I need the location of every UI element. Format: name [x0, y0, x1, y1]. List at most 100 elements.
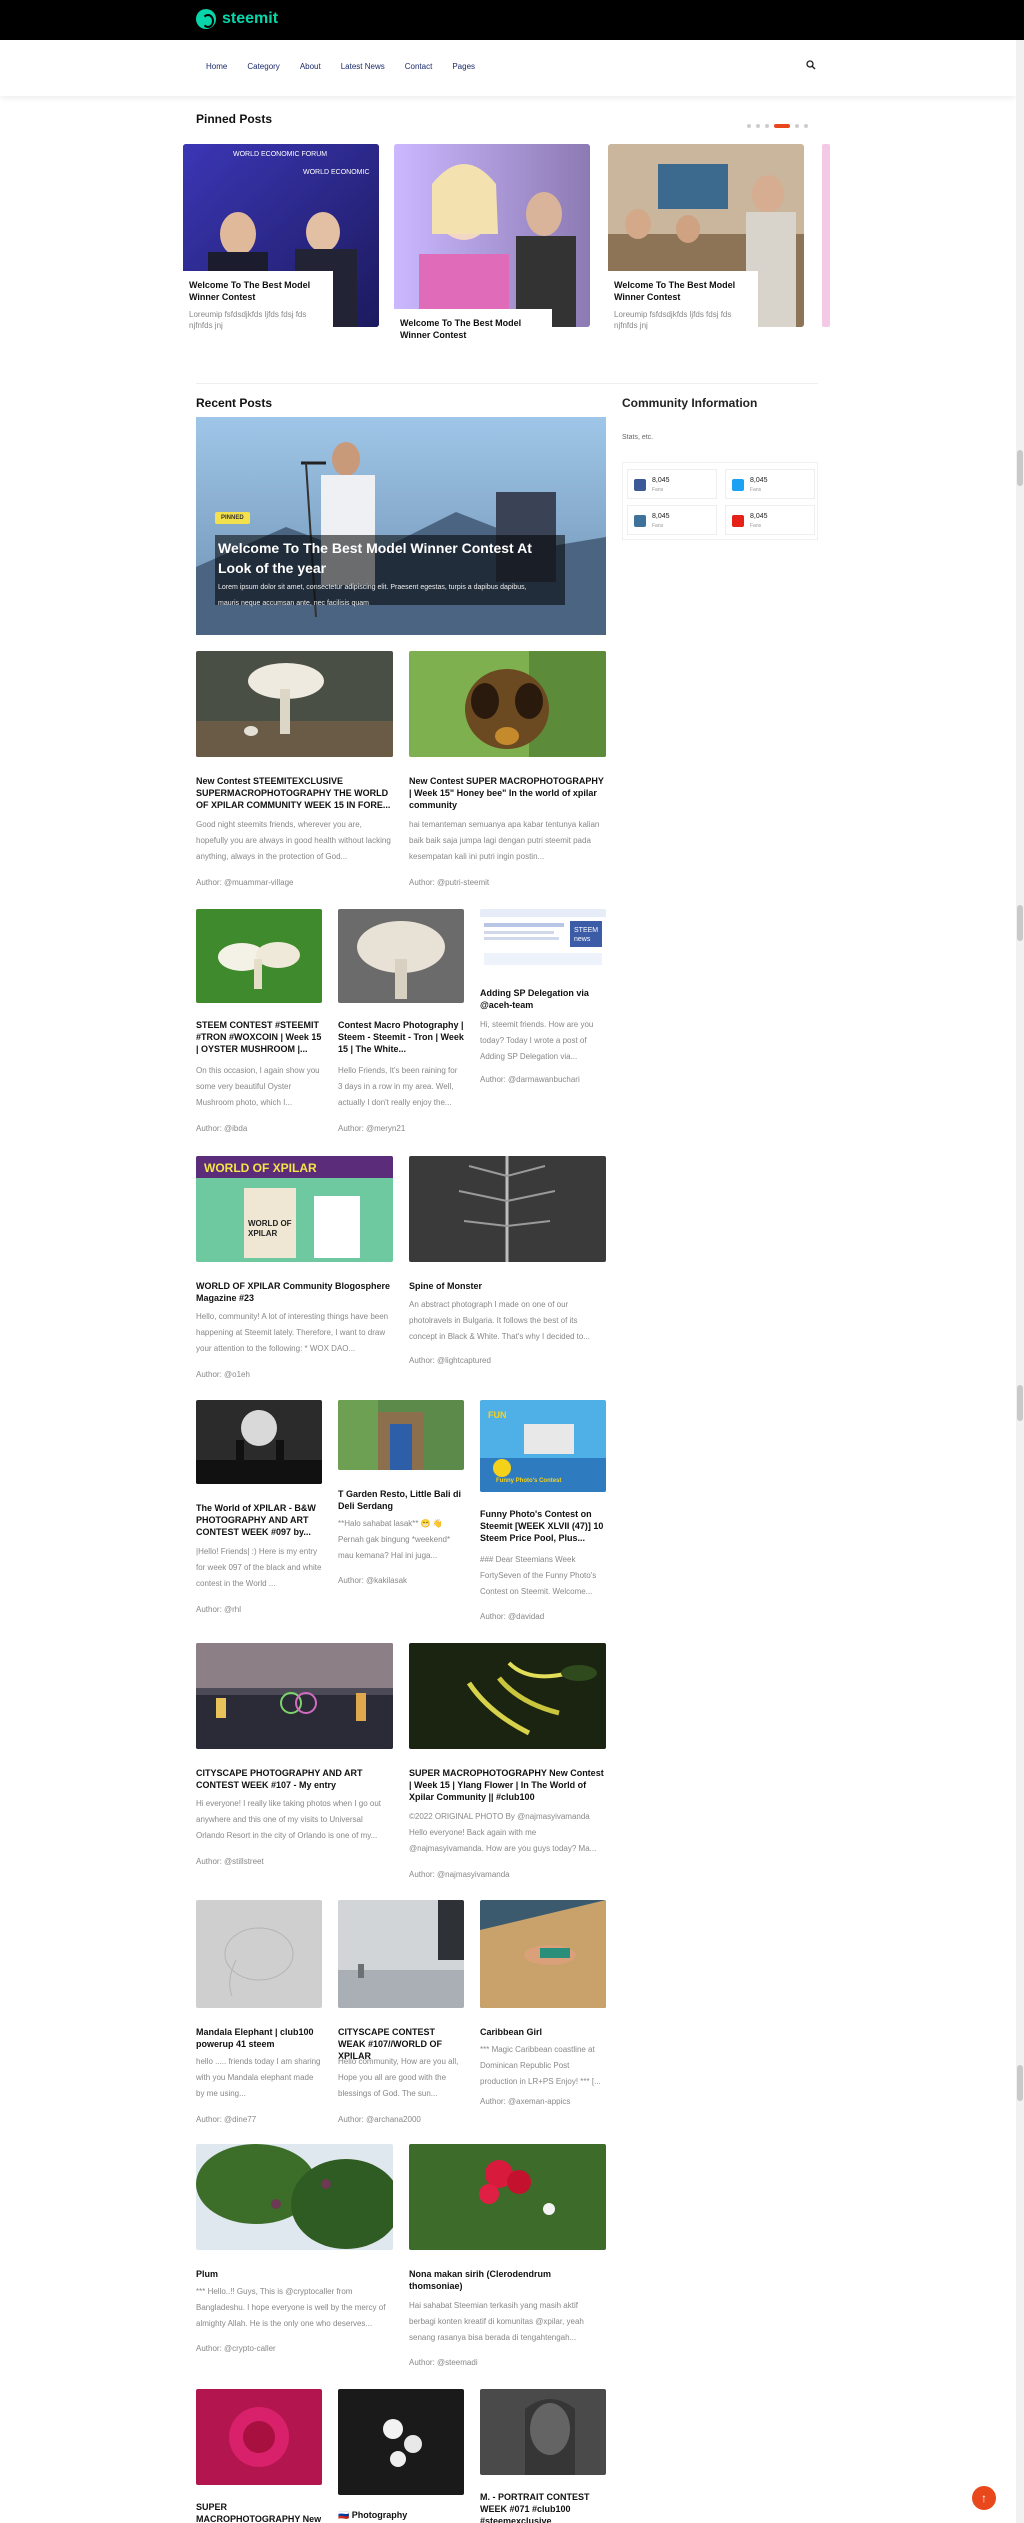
post-card[interactable]: M. - PORTRAIT CONTEST WEEK #071 #club100… — [480, 2389, 606, 2523]
post-title[interactable]: SUPER MACROPHOTOGRAPHY New Contest | Wee… — [409, 1767, 606, 1803]
pinned-slide[interactable]: WORLD ECONOMIC FORUM WORLD ECONOMIC Welc… — [183, 144, 379, 344]
post-title[interactable]: Nona makan sirih (Clerodendrum thomsonia… — [409, 2268, 606, 2292]
post-author[interactable]: Author: @archana2000 — [338, 2115, 421, 2124]
white-flowers-photo — [338, 2389, 464, 2495]
spine-of-monster-photo — [409, 1156, 606, 1262]
post-title[interactable]: T Garden Resto, Little Bali di Deli Serd… — [338, 1488, 464, 1512]
post-card[interactable]: Mandala Elephant | club100 powerup 41 st… — [196, 1900, 322, 2140]
post-title[interactable]: New Contest STEEMITEXCLUSIVE SUPERMACROP… — [196, 775, 393, 811]
page-scrollbar[interactable] — [1016, 40, 1024, 2523]
carousel-dot-active[interactable] — [774, 124, 790, 128]
post-author[interactable]: Author: @meryn21 — [338, 1124, 405, 1133]
post-author[interactable]: Author: @darmawanbuchari — [480, 1075, 580, 1084]
nav-home[interactable]: Home — [206, 62, 227, 71]
post-title[interactable]: SUPER MACROPHOTOGRAPHY New — [196, 2501, 322, 2523]
post-author[interactable]: Author: @putri-steemit — [409, 878, 489, 887]
red-flower-photo — [409, 2144, 606, 2250]
post-title[interactable]: M. - PORTRAIT CONTEST WEEK #071 #club100… — [480, 2491, 606, 2523]
post-card[interactable]: The World of XPILAR - B&W PHOTOGRAPHY AN… — [196, 1400, 322, 1620]
post-excerpt: Hello community, How are you all, Hope y… — [338, 2057, 459, 2098]
nav-category[interactable]: Category — [247, 62, 279, 71]
steemit-logo[interactable]: steemit — [196, 9, 278, 29]
post-author[interactable]: Author: @steemadi — [409, 2358, 478, 2367]
facebook-icon — [634, 479, 646, 491]
post-excerpt: An abstract photograph I made on one of … — [409, 1300, 591, 1341]
carousel-dot[interactable] — [795, 124, 799, 128]
post-author[interactable]: Author: @axeman-appics — [480, 2097, 570, 2106]
pinned-slide-title[interactable]: Welcome To The Best Model Winner Contest — [189, 279, 327, 303]
post-card[interactable]: FUN Funny Photo's Contest Funny Photo's … — [480, 1400, 606, 1630]
svg-text:XPILAR: XPILAR — [248, 1229, 278, 1238]
post-card[interactable]: Spine of Monster An abstract photograph … — [409, 1156, 606, 1366]
post-card[interactable]: Plum *** Hello..!! Guys, This is @crypto… — [196, 2144, 393, 2364]
post-title[interactable]: Caribbean Girl — [480, 2026, 606, 2038]
post-card[interactable]: Nona makan sirih (Clerodendrum thomsonia… — [409, 2144, 606, 2374]
nav-contact[interactable]: Contact — [405, 62, 433, 71]
post-title[interactable]: Funny Photo's Contest on Steemit [WEEK X… — [480, 1508, 606, 1544]
post-author[interactable]: Author: @davidad — [480, 1612, 544, 1621]
post-card[interactable]: T Garden Resto, Little Bali di Deli Serd… — [338, 1400, 464, 1600]
svg-text:WORLD ECONOMIC FORUM: WORLD ECONOMIC FORUM — [233, 151, 327, 158]
post-author[interactable]: Author: @lightcaptured — [409, 1356, 491, 1365]
post-title[interactable]: Mandala Elephant | club100 powerup 41 st… — [196, 2026, 322, 2050]
post-title[interactable]: WORLD OF XPILAR Community Blogosphere Ma… — [196, 1280, 393, 1304]
twitter-stat[interactable]: 8,045 Fans — [725, 469, 815, 499]
pinned-slide-title[interactable]: Welcome To The Best Model Winner Contest — [400, 317, 546, 341]
post-card[interactable]: STEEM CONTEST #STEEMIT #TRON #WOXCOIN | … — [196, 909, 322, 1139]
post-card[interactable]: Caribbean Girl *** Magic Caribbean coast… — [480, 1900, 606, 2120]
instagram-stat[interactable]: 8,045 Fans — [627, 505, 717, 535]
scrollbar-thumb[interactable] — [1017, 450, 1023, 486]
post-title[interactable]: CITYSCAPE PHOTOGRAPHY AND ART CONTEST WE… — [196, 1767, 393, 1791]
carousel-dot[interactable] — [756, 124, 760, 128]
post-excerpt: Hai sahabat Steemian terkasih yang masih… — [409, 2301, 584, 2342]
nav-about[interactable]: About — [300, 62, 321, 71]
post-card[interactable]: New Contest STEEMITEXCLUSIVE SUPERMACROP… — [196, 651, 393, 891]
post-author[interactable]: Author: @najmasyivamanda — [409, 1870, 510, 1879]
post-card[interactable]: STEEM news Adding SP Delegation via @ace… — [480, 909, 606, 1089]
post-author[interactable]: Author: @kakilasak — [338, 1576, 407, 1585]
carousel-dot[interactable] — [804, 124, 808, 128]
post-card[interactable]: SUPER MACROPHOTOGRAPHY New Contest | Wee… — [409, 1643, 606, 1883]
post-author[interactable]: Author: @rhl — [196, 1605, 241, 1614]
post-author[interactable]: Author: @crypto-caller — [196, 2344, 276, 2353]
post-author[interactable]: Author: @muammar-village — [196, 878, 293, 887]
post-thumbnail — [196, 1900, 322, 2008]
post-title[interactable]: New Contest SUPER MACROPHOTOGRAPHY | Wee… — [409, 775, 606, 811]
carousel-dot[interactable] — [747, 124, 751, 128]
featured-post[interactable]: PINNED Welcome To The Best Model Winner … — [196, 417, 606, 635]
post-card[interactable]: New Contest SUPER MACROPHOTOGRAPHY | Wee… — [409, 651, 606, 891]
pinned-slide[interactable]: Welcome To The Best Model Winner Contest… — [608, 144, 804, 354]
post-title[interactable]: Plum — [196, 2268, 393, 2280]
carousel-dots[interactable] — [747, 124, 808, 128]
post-thumbnail — [338, 909, 464, 1003]
pinned-slide[interactable]: Welcome To The Best Model Winner Contest — [394, 144, 590, 354]
pinned-slide-title[interactable]: Welcome To The Best Model Winner Contest — [614, 279, 752, 303]
post-card[interactable]: SUPER MACROPHOTOGRAPHY New — [196, 2389, 322, 2523]
scrollbar-marker — [1017, 2065, 1023, 2101]
featured-title[interactable]: Welcome To The Best Model Winner Contest… — [218, 538, 538, 578]
post-title[interactable]: Adding SP Delegation via @aceh-team — [480, 987, 606, 1011]
post-card[interactable]: WORLD OF XPILAR WORLD OF XPILAR WORLD OF… — [196, 1156, 393, 1386]
facebook-stat[interactable]: 8,045 Fans — [627, 469, 717, 499]
post-card[interactable]: CITYSCAPE PHOTOGRAPHY AND ART CONTEST WE… — [196, 1643, 393, 1883]
post-author[interactable]: Author: @stillstreet — [196, 1857, 264, 1866]
nav-pages[interactable]: Pages — [452, 62, 475, 71]
post-title[interactable]: The World of XPILAR - B&W PHOTOGRAPHY AN… — [196, 1502, 322, 1538]
post-title[interactable]: STEEM CONTEST #STEEMIT #TRON #WOXCOIN | … — [196, 1019, 322, 1055]
post-author[interactable]: Author: @dine77 — [196, 2115, 256, 2124]
nav-latest-news[interactable]: Latest News — [341, 62, 385, 71]
post-card[interactable]: Contest Macro Photography | Steem - Stee… — [338, 909, 464, 1139]
post-title[interactable]: Contest Macro Photography | Steem - Stee… — [338, 1019, 464, 1055]
post-author[interactable]: Author: @o1eh — [196, 1370, 250, 1379]
post-author[interactable]: Author: @ibda — [196, 1124, 247, 1133]
post-title[interactable]: 🇷🇺 Photography — [338, 2509, 464, 2521]
post-title[interactable]: Spine of Monster — [409, 1280, 606, 1292]
youtube-stat[interactable]: 8,045 Fans — [725, 505, 815, 535]
search-icon[interactable] — [806, 60, 816, 70]
back-to-top-button[interactable]: ↑ — [972, 2486, 996, 2510]
carousel-dot[interactable] — [765, 124, 769, 128]
oyster-mushroom-photo — [196, 909, 322, 1003]
mandala-elephant-drawing — [196, 1900, 322, 2008]
post-card[interactable]: 🇷🇺 Photography — [338, 2389, 464, 2523]
post-card[interactable]: CITYSCAPE CONTEST WEAK #107//WORLD OF XP… — [338, 1900, 464, 2140]
